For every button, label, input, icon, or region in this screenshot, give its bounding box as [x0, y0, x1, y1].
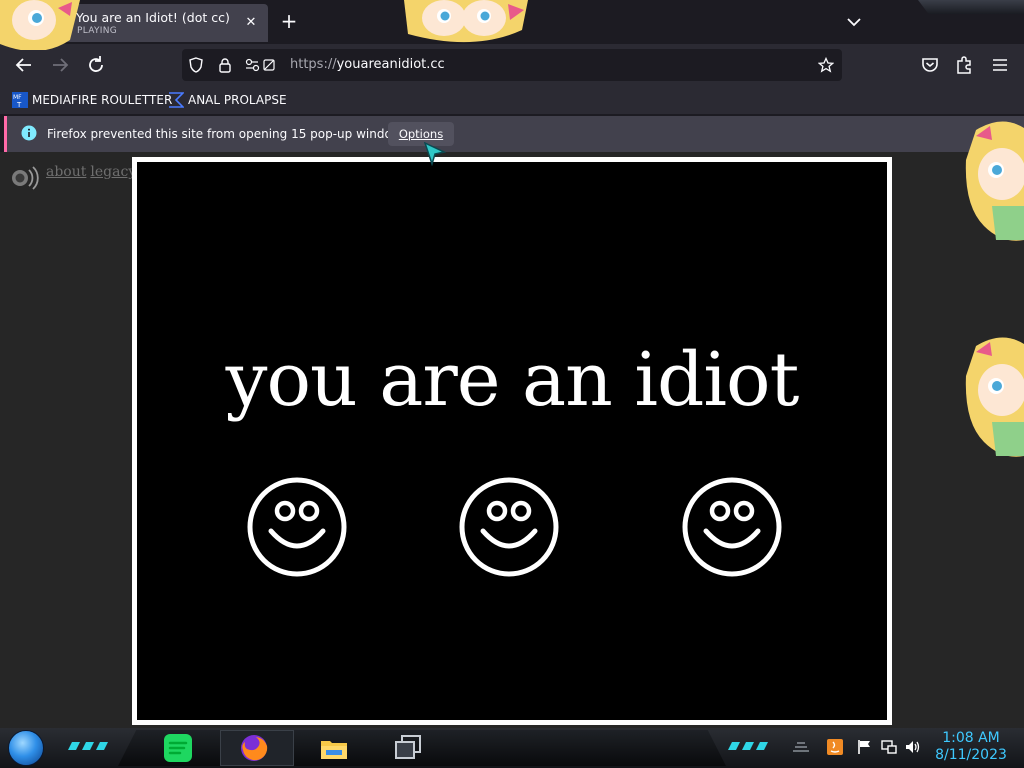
flag-icon[interactable] [856, 738, 874, 756]
firefox-icon[interactable] [238, 732, 270, 764]
bookmarks-toolbar: MF T MEDIAFIRE ROULETTER ANAL PROLAPSE [0, 86, 1024, 114]
url-bar[interactable]: https://youareanidiot.cc [182, 49, 842, 81]
lock-icon[interactable] [218, 57, 232, 73]
mediafire-icon: MF T [12, 92, 28, 108]
java-icon[interactable] [826, 738, 844, 756]
file-explorer-icon[interactable] [318, 732, 350, 764]
app-menu-hamburger-icon[interactable] [988, 53, 1012, 77]
pocket-icon[interactable] [918, 53, 942, 77]
mouse-cursor-icon [424, 142, 446, 166]
reload-icon[interactable] [84, 53, 108, 77]
extensions-puzzle-icon[interactable] [952, 53, 976, 77]
bookmark-star-icon[interactable] [818, 57, 834, 73]
cartoon-character-sprite [965, 337, 1024, 457]
taskbar-decoration [68, 742, 108, 750]
list-all-tabs-chevron-down-icon[interactable] [844, 12, 864, 32]
page-content: aboutlegacysafe you are an idiot [0, 152, 1024, 728]
network-icon[interactable] [880, 738, 898, 756]
tab-title: You are an Idiot! (dot cc) [76, 10, 230, 25]
url-text[interactable]: https://youareanidiot.cc [290, 57, 445, 72]
tab-close-icon[interactable]: ✕ [242, 14, 260, 32]
svg-text:T: T [16, 101, 22, 108]
bookmark-label: ANAL PROLAPSE [188, 93, 287, 107]
clock-time[interactable]: 1:08 AM [930, 730, 1012, 746]
smiley-face-icon [682, 477, 782, 577]
tab-playing-label: PLAYING [77, 26, 118, 36]
forward-arrow-icon[interactable] [48, 53, 72, 77]
back-arrow-icon[interactable] [12, 53, 36, 77]
taskbar: 1:08 AM 8/11/2023 [0, 728, 1024, 768]
headline: you are an idiot [225, 337, 800, 423]
popup-blocked-notification: Firefox prevented this site from opening… [4, 116, 1024, 152]
new-tab-button[interactable]: + [278, 10, 300, 32]
smiley-face-icon [459, 477, 559, 577]
about-link[interactable]: about [46, 164, 86, 180]
speaker-icon[interactable] [8, 164, 40, 192]
taskbar-dock [118, 730, 726, 766]
notification-message: Firefox prevented this site from opening… [47, 127, 412, 141]
cartoon-character-sprite [0, 0, 80, 50]
info-icon [21, 125, 37, 141]
legacy-link[interactable]: legacy [90, 164, 136, 180]
svg-text:MF: MF [13, 94, 22, 101]
smiley-face-icon [247, 477, 347, 577]
window-frame-decoration [918, 0, 1024, 14]
desktop: You are an Idiot! (dot cc) PLAYING ✕ + h… [0, 0, 1024, 768]
url-scheme: https:// [290, 57, 337, 72]
show-hidden-icons-icon[interactable] [792, 738, 810, 756]
permissions-icon[interactable] [245, 58, 279, 72]
spotify-icon[interactable] [162, 732, 194, 764]
volume-icon[interactable] [904, 738, 922, 756]
idiot-stage[interactable]: you are an idiot [132, 157, 892, 725]
clock-date[interactable]: 8/11/2023 [930, 747, 1012, 763]
url-host: youareanidiot.cc [336, 57, 445, 72]
cartoon-character-sprite [965, 121, 1024, 241]
taskbar-decoration [728, 742, 768, 750]
navigation-toolbar: https://youareanidiot.cc [0, 44, 1024, 86]
bookmark-label: MEDIAFIRE ROULETTER [32, 93, 173, 107]
task-view-icon[interactable] [392, 732, 424, 764]
start-orb-button[interactable] [8, 730, 44, 766]
cartoon-character-sprite [404, 0, 528, 43]
bookmark-sigma-icon [169, 92, 184, 108]
tracking-shield-icon[interactable] [188, 57, 204, 73]
